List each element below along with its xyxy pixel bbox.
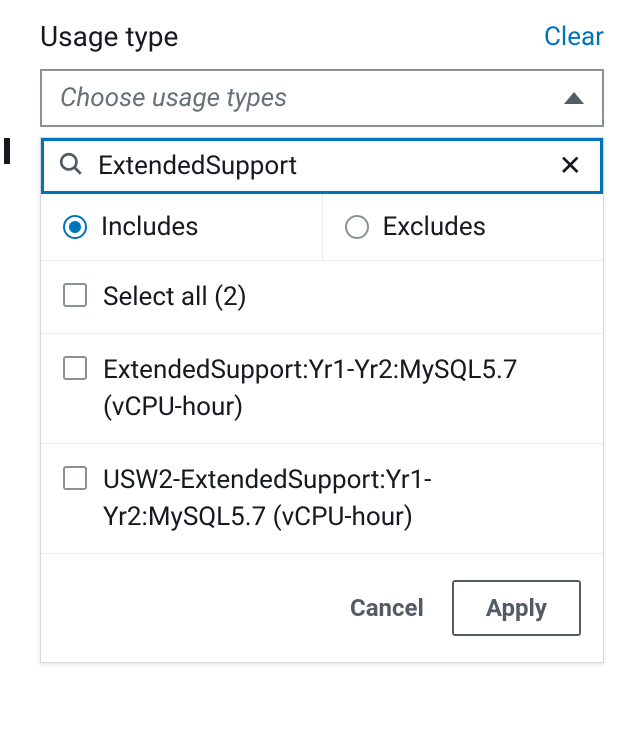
caret-up-icon: [564, 92, 584, 104]
dropdown-panel: ✕ Includes Excludes Select all (2) Exten…: [40, 137, 604, 663]
excludes-label: Excludes: [383, 212, 487, 242]
filter-title: Usage type: [40, 20, 178, 53]
radio-icon: [345, 215, 369, 239]
option-label: USW2-ExtendedSupport:Yr1-Yr2:MySQL5.7 (v…: [103, 462, 581, 535]
select-all-option[interactable]: Select all (2): [41, 261, 603, 334]
includes-label: Includes: [101, 212, 199, 242]
checkbox-icon: [63, 466, 87, 490]
excludes-radio[interactable]: Excludes: [323, 194, 604, 260]
search-container: ✕: [41, 138, 603, 194]
apply-button[interactable]: Apply: [452, 580, 581, 636]
filter-header: Usage type Clear: [40, 20, 604, 53]
filter-mode-row: Includes Excludes: [41, 194, 603, 261]
option-item[interactable]: ExtendedSupport:Yr1-Yr2:MySQL5.7 (vCPU-h…: [41, 334, 603, 444]
checkbox-icon: [63, 283, 87, 307]
clear-search-icon[interactable]: ✕: [555, 152, 586, 180]
includes-radio[interactable]: Includes: [41, 194, 323, 260]
select-all-label: Select all (2): [103, 279, 247, 315]
option-label: ExtendedSupport:Yr1-Yr2:MySQL5.7 (vCPU-h…: [103, 352, 581, 425]
combo-placeholder: Choose usage types: [60, 83, 287, 113]
search-input[interactable]: [98, 151, 541, 181]
text-cursor-indicator: [4, 138, 10, 164]
checkbox-icon: [63, 356, 87, 380]
clear-link[interactable]: Clear: [544, 22, 604, 52]
search-icon: [58, 151, 84, 181]
dropdown-footer: Cancel Apply: [41, 554, 603, 662]
option-item[interactable]: USW2-ExtendedSupport:Yr1-Yr2:MySQL5.7 (v…: [41, 444, 603, 554]
radio-icon: [63, 215, 87, 239]
cancel-button[interactable]: Cancel: [350, 594, 424, 622]
usage-type-combo[interactable]: Choose usage types: [40, 69, 604, 127]
